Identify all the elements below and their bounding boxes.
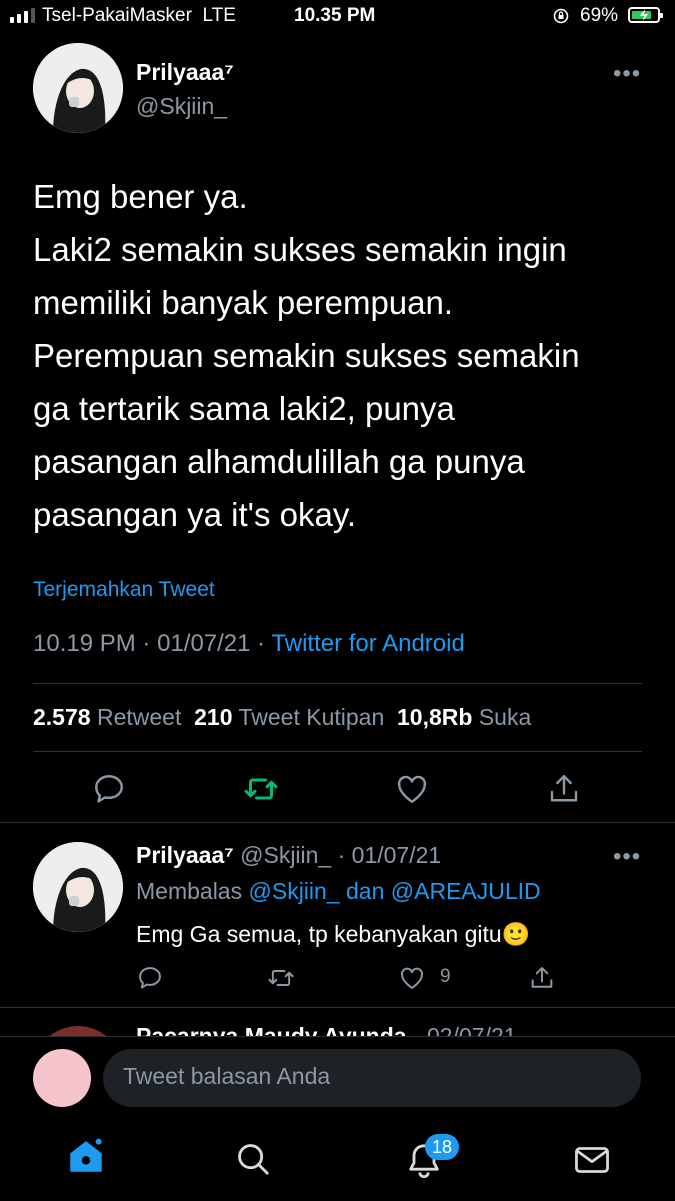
- like-icon[interactable]: [394, 771, 430, 807]
- reply-retweet-icon[interactable]: [267, 964, 295, 992]
- tweet-text-line: ga tertarik sama laki2, punya: [33, 390, 455, 427]
- quote-stat[interactable]: 210 Tweet Kutipan: [194, 704, 384, 730]
- replying-to: Membalas @Skjiin_ dan @AREAJULID: [136, 878, 541, 904]
- battery-percent: 69%: [580, 5, 619, 26]
- divider: [33, 683, 642, 684]
- reply-author-avatar[interactable]: [33, 842, 123, 932]
- share-icon[interactable]: [546, 771, 582, 807]
- home-icon[interactable]: [65, 1135, 107, 1177]
- reply-text: Emg Ga semua, tp kebanyakan gitu🙂: [136, 921, 531, 947]
- signal-strength-icon: [10, 7, 35, 23]
- next-reply-date: 02/07/21: [427, 1023, 517, 1036]
- reply-more-options-icon[interactable]: •••: [613, 843, 641, 871]
- tweet-time: 10.19 PM: [33, 630, 136, 657]
- tweet-text-line: pasangan ya it's okay.: [33, 496, 357, 533]
- network-type: LTE: [202, 5, 236, 26]
- tweet-date: 01/07/21: [157, 630, 251, 657]
- reply-handle-date[interactable]: @Skjiin_ · 01/07/21: [240, 842, 441, 868]
- replying-to-links[interactable]: @Skjiin_ dan @AREAJULID: [249, 878, 541, 904]
- slightly-smiling-emoji: 🙂: [501, 921, 531, 947]
- tweet-text-line: Emg bener ya.: [33, 178, 248, 215]
- current-user-avatar[interactable]: [33, 1049, 91, 1107]
- reply-input[interactable]: Tweet balasan Anda: [103, 1049, 641, 1107]
- reply-icon[interactable]: [91, 771, 127, 807]
- status-time: 10.35 PM: [294, 5, 376, 26]
- next-reply-display-name: Pacarnya Maudy Ayunda: [136, 1023, 407, 1036]
- rotation-lock-icon: [553, 8, 569, 24]
- like-stat[interactable]: 10,8Rb Suka: [397, 704, 531, 730]
- reply-share-icon[interactable]: [528, 964, 556, 992]
- tweet-source-link[interactable]: Twitter for Android: [271, 630, 464, 657]
- divider: [0, 822, 675, 823]
- next-reply-preview[interactable]: Pacarnya Maudy Ayunda · 02/07/21: [0, 1008, 675, 1036]
- tweet-text-line: memiliki banyak perempuan.: [33, 284, 454, 321]
- battery-icon: [628, 7, 663, 23]
- more-options-icon[interactable]: •••: [613, 60, 641, 88]
- carrier-name: Tsel-PakaiMasker LTE: [42, 5, 236, 26]
- reply-reply-icon[interactable]: [136, 964, 164, 992]
- retweet-stat[interactable]: 2.578 Retweet: [33, 704, 181, 730]
- reply-like-icon[interactable]: [398, 964, 426, 992]
- status-bar: Tsel-PakaiMasker LTE 10.35 PM 69%: [0, 0, 675, 34]
- tweet-stats: 2.578 Retweet 210 Tweet Kutipan 10,8Rb S…: [33, 704, 531, 731]
- notifications-badge: 18: [425, 1134, 459, 1160]
- translate-tweet-link[interactable]: Terjemahkan Tweet: [33, 578, 215, 602]
- author-handle[interactable]: @Skjiin_: [136, 93, 227, 120]
- next-reply-avatar: [33, 1026, 123, 1036]
- reply-display-name[interactable]: Prilyaaa⁷: [136, 842, 234, 868]
- tweet-text-line: Laki2 semakin sukses semakin ingin: [33, 231, 567, 268]
- retweet-icon[interactable]: [243, 771, 279, 807]
- reply-header: Prilyaaa⁷ @Skjiin_ · 01/07/21: [136, 842, 441, 869]
- tweet-text-line: pasangan alhamdulillah ga punya: [33, 443, 525, 480]
- divider: [33, 751, 642, 752]
- author-display-name[interactable]: Prilyaaa⁷: [136, 59, 234, 86]
- tweet-meta: 10.19 PM · 01/07/21 · Twitter for Androi…: [33, 630, 465, 657]
- search-icon[interactable]: [234, 1140, 272, 1178]
- tweet-text-line: Perempuan semakin sukses semakin: [33, 337, 580, 374]
- author-avatar[interactable]: [33, 43, 123, 133]
- tweet-text: Emg bener ya. Laki2 semakin sukses semak…: [33, 170, 653, 541]
- reply-like-count: 9: [440, 966, 451, 987]
- messages-envelope-icon[interactable]: [572, 1142, 612, 1178]
